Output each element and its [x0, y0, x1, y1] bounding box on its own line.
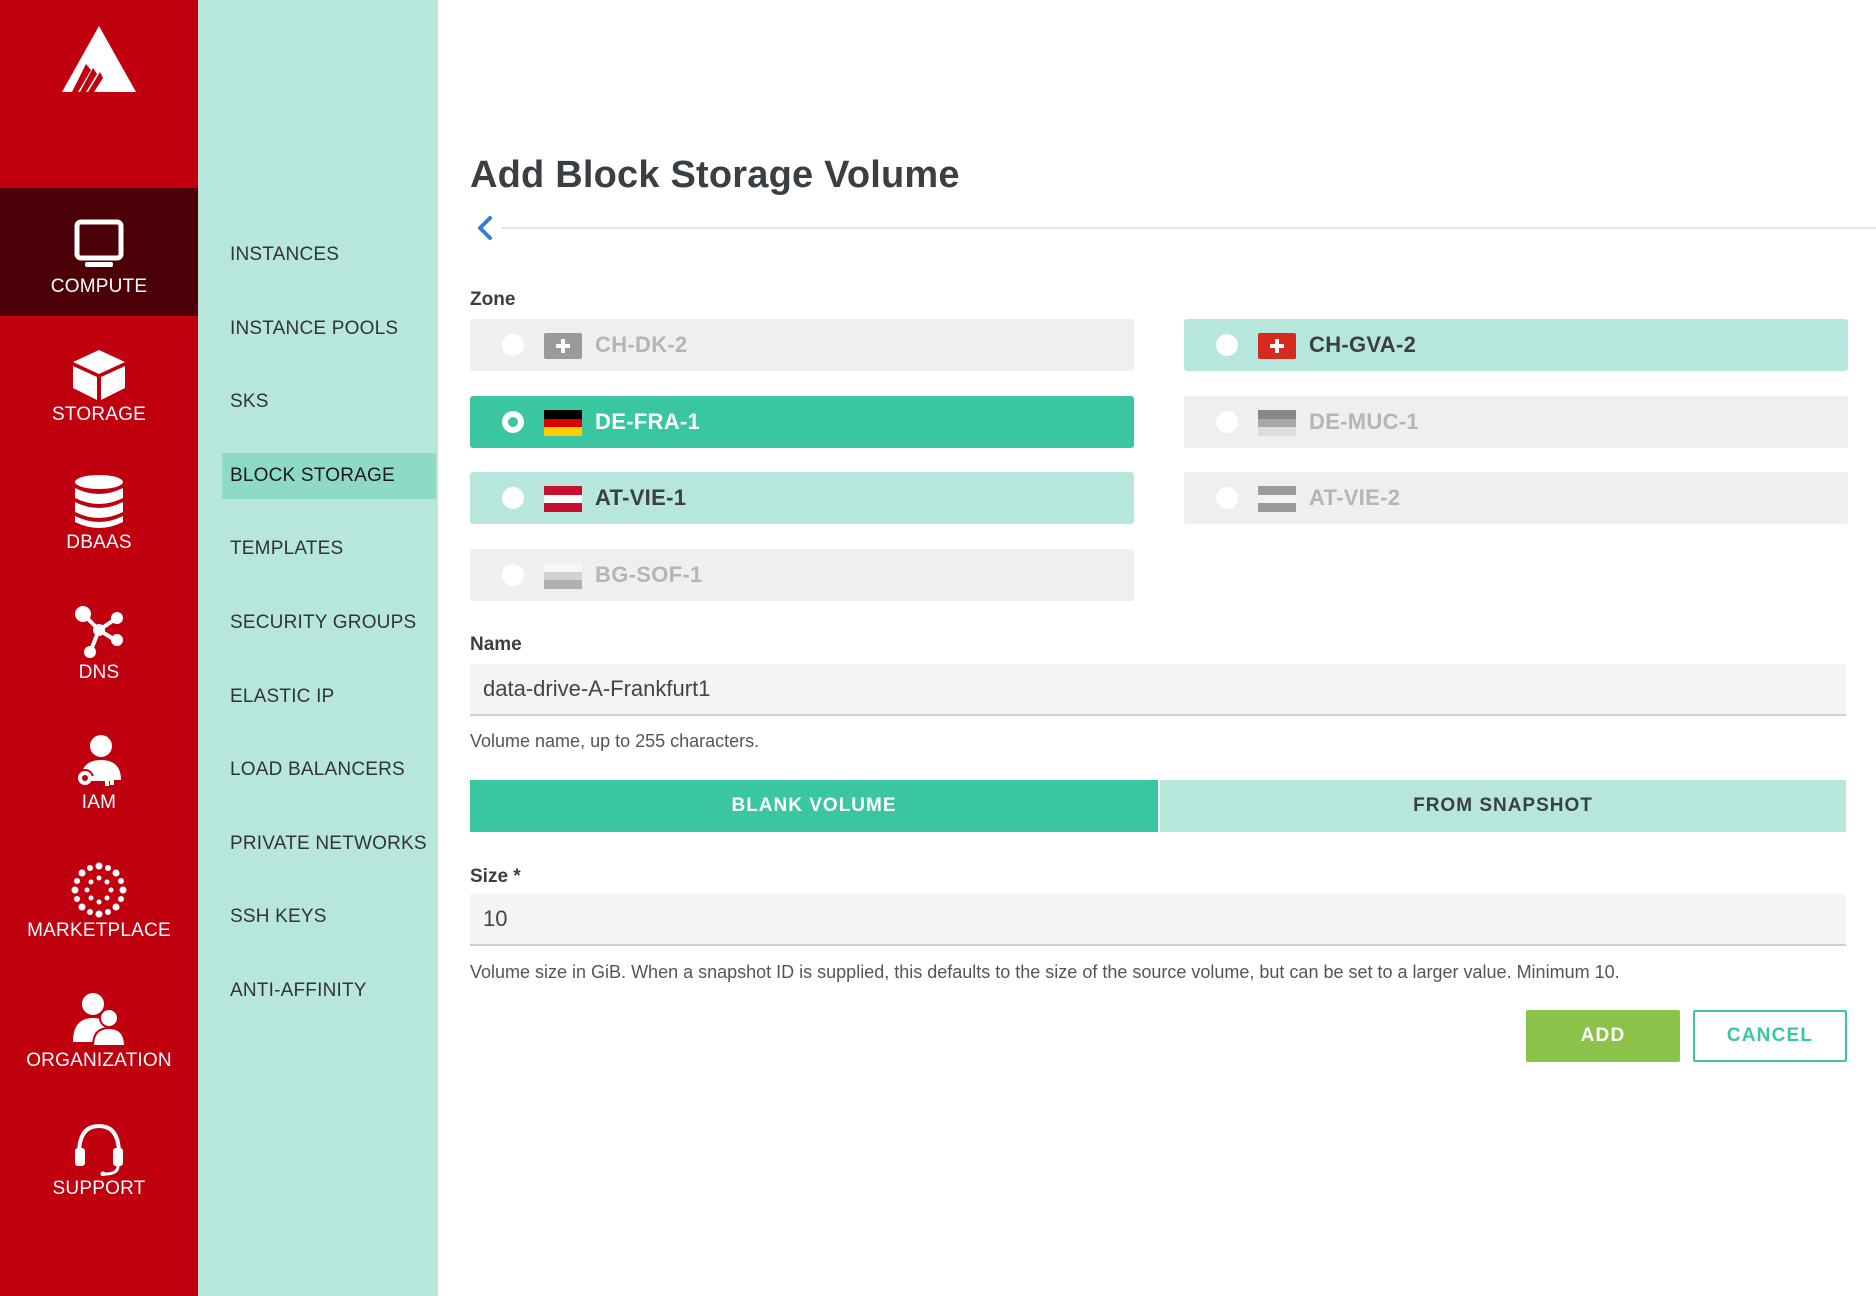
rail-item-label: MARKETPLACE: [27, 920, 171, 941]
subnav-item-security-groups[interactable]: SECURITY GROUPS: [222, 600, 436, 646]
rail-item-label: IAM: [81, 792, 117, 813]
rail-item-dns[interactable]: DNS: [0, 574, 198, 702]
main-rail: COMPUTE STORAGE DBAAS DNS IAM MARKETPLAC…: [0, 0, 198, 1296]
name-help-text: Volume name, up to 255 characters.: [470, 731, 760, 751]
zone-option-ch-gva-2[interactable]: CH-GVA-2: [1184, 319, 1848, 371]
zone-name: CH-GVA-2: [1309, 332, 1417, 357]
subnav-item-load-balancers[interactable]: LOAD BALANCERS: [222, 747, 436, 793]
rail-item-label: DBAAS: [66, 532, 132, 553]
users-icon: [73, 993, 127, 1047]
zone-option-at-vie-1[interactable]: AT-VIE-1: [470, 472, 1134, 524]
zone-name: AT-VIE-1: [595, 485, 687, 510]
zone-name: AT-VIE-2: [1309, 485, 1401, 510]
switzerland-flag-gray-icon: [544, 333, 582, 359]
austria-flag-icon: [544, 486, 582, 512]
subnav-item-block-storage[interactable]: BLOCK STORAGE: [222, 453, 436, 499]
zone-option-ch-dk-2[interactable]: CH-DK-2: [470, 319, 1134, 371]
subnav-item-instance-pools[interactable]: INSTANCE POOLS: [222, 306, 436, 352]
zone-label: Zone: [470, 289, 516, 310]
rail-item-support[interactable]: SUPPORT: [0, 1090, 198, 1218]
database-icon: [75, 475, 123, 528]
main-content: Add Block Storage Volume Zone CH-DK-2 CH…: [438, 0, 1876, 1296]
radio-button[interactable]: [502, 487, 524, 509]
zone-option-de-fra-1[interactable]: DE-FRA-1: [470, 396, 1134, 448]
rail-item-compute[interactable]: COMPUTE: [0, 188, 198, 316]
rail-item-label: SUPPORT: [52, 1178, 146, 1199]
germany-flag-gray-icon: [1258, 410, 1296, 436]
radio-button[interactable]: [1216, 411, 1238, 433]
bulgaria-flag-gray-icon: [544, 563, 582, 589]
page-title: Add Block Storage Volume: [470, 154, 960, 196]
radio-button[interactable]: [1216, 334, 1238, 356]
rail-item-label: DNS: [78, 662, 120, 683]
title-divider: [502, 227, 1876, 229]
network-nodes-icon: [75, 606, 123, 658]
exoscale-logo-icon[interactable]: [60, 24, 138, 94]
radio-button[interactable]: [502, 564, 524, 586]
tab-blank-volume[interactable]: BLANK VOLUME: [470, 780, 1158, 832]
compute-subnav: INSTANCES INSTANCE POOLS SKS BLOCK STORA…: [198, 0, 438, 1296]
cube-icon: [73, 350, 125, 400]
radio-button[interactable]: [1216, 487, 1238, 509]
size-label: Size *: [470, 866, 521, 887]
zone-name: CH-DK-2: [595, 332, 688, 357]
switzerland-flag-icon: [1258, 333, 1296, 359]
user-key-icon: [76, 735, 121, 787]
tab-from-snapshot[interactable]: FROM SNAPSHOT: [1160, 780, 1846, 832]
zone-name: BG-SOF-1: [595, 562, 703, 587]
subnav-item-anti-affinity[interactable]: ANTI-AFFINITY: [222, 968, 436, 1014]
name-label: Name: [470, 634, 522, 655]
cancel-button[interactable]: CANCEL: [1693, 1010, 1847, 1062]
rail-item-marketplace[interactable]: MARKETPLACE: [0, 832, 198, 960]
austria-flag-gray-icon: [1258, 486, 1296, 512]
monitor-icon: [74, 219, 124, 267]
rail-item-label: STORAGE: [52, 404, 146, 425]
rail-item-label: COMPUTE: [50, 276, 148, 297]
zone-name: DE-FRA-1: [595, 409, 701, 434]
rail-item-label: ORGANIZATION: [26, 1050, 172, 1071]
radio-button[interactable]: [502, 334, 524, 356]
subnav-item-elastic-ip[interactable]: ELASTIC IP: [222, 674, 436, 720]
zone-option-de-muc-1[interactable]: DE-MUC-1: [1184, 396, 1848, 448]
subnav-item-sks[interactable]: SKS: [222, 379, 436, 425]
add-button[interactable]: ADD: [1526, 1010, 1680, 1062]
rail-item-storage[interactable]: STORAGE: [0, 316, 198, 444]
zone-option-bg-sof-1[interactable]: BG-SOF-1: [470, 549, 1134, 601]
headset-icon: [75, 1123, 123, 1176]
dots-burst-icon: [71, 862, 127, 918]
subnav-item-ssh-keys[interactable]: SSH KEYS: [222, 894, 436, 940]
zone-option-at-vie-2[interactable]: AT-VIE-2: [1184, 472, 1848, 524]
rail-item-organization[interactable]: ORGANIZATION: [0, 962, 198, 1090]
size-help-text: Volume size in GiB. When a snapshot ID i…: [470, 962, 1620, 982]
volume-name-input[interactable]: [470, 664, 1846, 716]
subnav-item-private-networks[interactable]: PRIVATE NETWORKS: [222, 821, 436, 867]
radio-button-selected[interactable]: [502, 411, 524, 433]
subnav-item-instances[interactable]: INSTANCES: [222, 232, 436, 278]
zone-name: DE-MUC-1: [1309, 409, 1419, 434]
back-chevron-icon[interactable]: [474, 214, 496, 242]
subnav-item-templates[interactable]: TEMPLATES: [222, 526, 436, 572]
rail-item-dbaas[interactable]: DBAAS: [0, 444, 198, 572]
volume-size-input[interactable]: [470, 894, 1846, 946]
rail-item-iam[interactable]: IAM: [0, 704, 198, 832]
germany-flag-icon: [544, 410, 582, 436]
